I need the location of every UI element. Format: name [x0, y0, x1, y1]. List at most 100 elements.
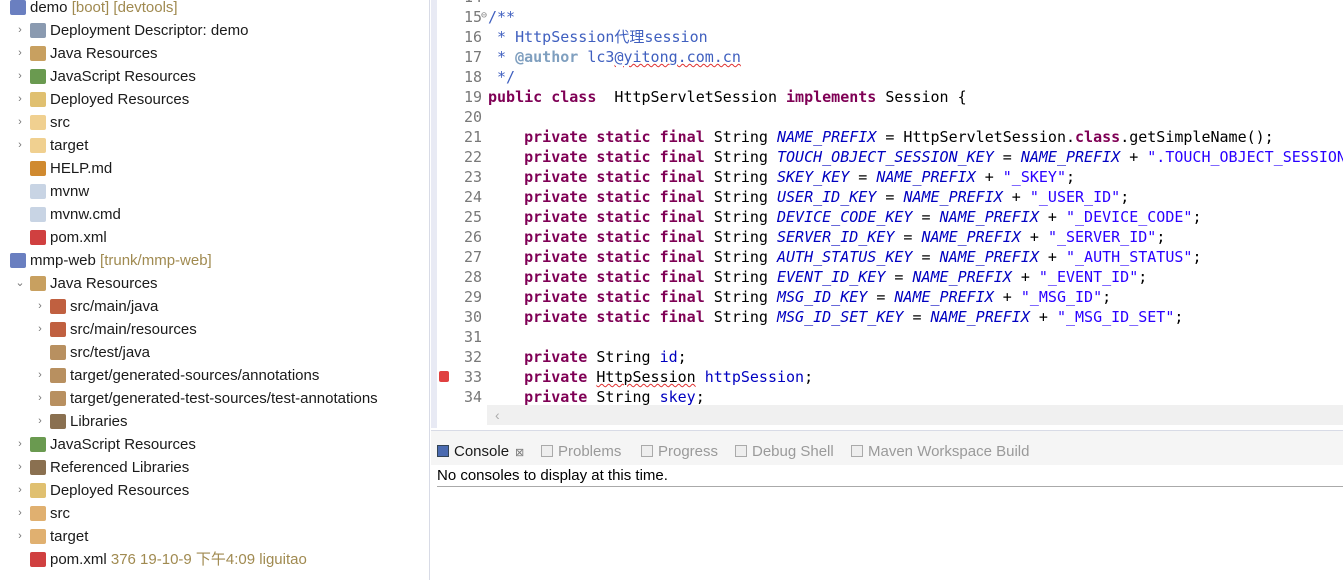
chevron-right-icon[interactable]: ›: [14, 88, 26, 111]
tree-item[interactable]: mvnw.cmd: [0, 203, 429, 226]
code-token: NAME_PREFIX: [1020, 148, 1121, 166]
tab-maven-workspace-build[interactable]: Maven Workspace Build: [851, 441, 1029, 463]
tree-item[interactable]: pom.xml 376 19-10-9 下午4:09 liguitao: [0, 548, 429, 571]
tree-item[interactable]: mvnw: [0, 180, 429, 203]
fold-icon[interactable]: ⊖: [481, 6, 487, 26]
tab-problems[interactable]: Problems: [541, 441, 621, 463]
chevron-right-icon[interactable]: ›: [34, 387, 46, 410]
chevron-right-icon[interactable]: ›: [34, 410, 46, 433]
label: src/main/resources: [70, 321, 197, 338]
line-number: 20: [463, 108, 482, 126]
tree-item[interactable]: › Java Resources: [0, 42, 429, 65]
code-line: 15 ⊖/**: [437, 7, 1343, 27]
chevron-right-icon[interactable]: ›: [14, 456, 26, 479]
tree-item[interactable]: › target: [0, 134, 429, 157]
tree-item[interactable]: › src/main/resources: [0, 318, 429, 341]
tree-item[interactable]: › Deployed Resources: [0, 88, 429, 111]
tree-item[interactable]: pom.xml: [0, 226, 429, 249]
chevron-right-icon[interactable]: ›: [14, 19, 26, 42]
tree-item[interactable]: › src: [0, 502, 429, 525]
code-token: +: [1038, 248, 1066, 266]
tree-item-label: src/main/resources: [70, 318, 197, 341]
label: mmp-web: [30, 252, 96, 269]
code-token: ".TOUCH_OBJECT_SESSION";: [1147, 148, 1343, 166]
tree-item[interactable]: src/test/java: [0, 341, 429, 364]
tree-item[interactable]: › target/generated-sources/annotations: [0, 364, 429, 387]
close-icon[interactable]: ⊠: [515, 447, 524, 459]
code-token: NAME_PREFIX: [894, 288, 994, 306]
line-number: 14: [437, 0, 482, 7]
line-number: 21: [463, 128, 482, 146]
chevron-right-icon[interactable]: ›: [34, 364, 46, 387]
tree-item[interactable]: › src: [0, 111, 429, 134]
code-token: +: [1011, 268, 1039, 286]
tree-item[interactable]: › target: [0, 525, 429, 548]
code-token: String: [704, 288, 777, 306]
label: Referenced Libraries: [50, 459, 190, 476]
tree-item[interactable]: demo [boot] [devtools]: [0, 0, 429, 19]
tree-item[interactable]: › Referenced Libraries: [0, 456, 429, 479]
line-number: 16: [463, 28, 482, 46]
chevron-right-icon[interactable]: ›: [14, 525, 26, 548]
chevron-down-icon[interactable]: ⌄: [14, 272, 26, 295]
code-token: NAME_PREFIX: [912, 268, 1012, 286]
tab-progress[interactable]: Progress: [641, 441, 718, 463]
label: pom.xml: [50, 551, 107, 568]
code-editor[interactable]: 1415⊖/**16 * HttpSession代理session17 * @a…: [431, 0, 1343, 428]
chevron-right-icon[interactable]: ›: [14, 433, 26, 456]
horizontal-scrollbar[interactable]: ‹: [487, 405, 1343, 425]
line-number: 33: [463, 368, 482, 386]
tree-item[interactable]: › src/main/java: [0, 295, 429, 318]
chevron-right-icon[interactable]: ›: [34, 318, 46, 341]
code-token: "_MSG_ID": [1020, 288, 1103, 306]
code-line: 22 private static final String TOUCH_OBJ…: [437, 147, 1343, 167]
scroll-left-icon[interactable]: ‹: [495, 405, 500, 425]
tree-item-label: Java Resources: [50, 272, 158, 295]
chevron-right-icon[interactable]: ›: [14, 479, 26, 502]
tree-item[interactable]: › Deployment Descriptor: demo: [0, 19, 429, 42]
line-number: 31: [463, 328, 482, 346]
chevron-right-icon[interactable]: ›: [34, 295, 46, 318]
code-line: 33 private HttpSession httpSession;: [437, 367, 1343, 387]
tree-item[interactable]: › target/generated-test-sources/test-anno…: [0, 387, 429, 410]
label: Deployed Resources: [50, 91, 190, 108]
tab-console[interactable]: Console ⊠: [437, 441, 524, 463]
code-token: String: [704, 308, 777, 326]
chevron-right-icon[interactable]: ›: [14, 42, 26, 65]
tree-item[interactable]: › JavaScript Resources: [0, 433, 429, 456]
code-token: =: [912, 248, 940, 266]
code-token: "_USER_ID": [1029, 188, 1121, 206]
chevron-right-icon[interactable]: ›: [14, 502, 26, 525]
tree-item-label: JavaScript Resources: [50, 433, 196, 456]
tree-item[interactable]: ⌄ Java Resources: [0, 272, 429, 295]
code-line: 21 private static final String NAME_PREF…: [437, 127, 1343, 147]
line-number: 27: [463, 248, 482, 266]
progress-icon: [641, 445, 653, 457]
tab-debug-shell[interactable]: Debug Shell: [735, 441, 834, 463]
code-token: =: [849, 168, 877, 186]
line-number: 32: [463, 348, 482, 366]
chevron-right-icon[interactable]: ›: [14, 134, 26, 157]
chevron-right-icon[interactable]: ›: [14, 65, 26, 88]
code-token: "_SERVER_ID": [1047, 228, 1157, 246]
tree-item[interactable]: › Libraries: [0, 410, 429, 433]
code-token: ;: [1192, 208, 1202, 226]
package-folder-error-icon: [50, 322, 66, 337]
code-line: 23 private static final String SKEY_KEY …: [437, 167, 1343, 187]
tree-item[interactable]: › Deployed Resources: [0, 479, 429, 502]
tab-label: Console: [454, 443, 510, 460]
chevron-right-icon[interactable]: ›: [14, 111, 26, 134]
tree-item-label: target/generated-sources/annotations: [70, 364, 319, 387]
tree-item-label: target/generated-test-sources/test-annot…: [70, 387, 378, 410]
tab-label: Problems: [558, 443, 622, 460]
code-token: MSG_ID_KEY: [777, 288, 868, 306]
tree-item[interactable]: mmp-web [trunk/mmp-web]: [0, 249, 429, 272]
code-line: 26 private static final String SERVER_ID…: [437, 227, 1343, 247]
text-file-icon: [30, 207, 46, 222]
tree-item[interactable]: › JavaScript Resources: [0, 65, 429, 88]
code-token: ;: [1192, 248, 1202, 266]
code-token: HttpServletSession: [596, 88, 787, 106]
code-token: =: [876, 188, 904, 206]
label: Deployed Resources: [50, 482, 190, 499]
tree-item[interactable]: HELP.md: [0, 157, 429, 180]
